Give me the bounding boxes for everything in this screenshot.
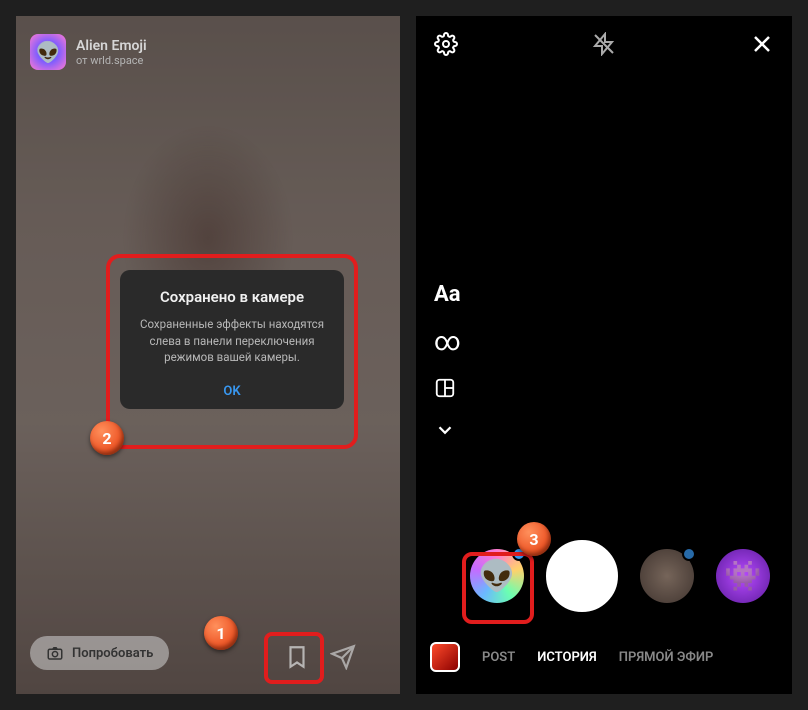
boomerang-tool-button[interactable]: ∞ — [434, 327, 461, 357]
annotation-box-save — [264, 632, 324, 684]
tab-post[interactable]: POST — [482, 650, 515, 665]
effect-thumb-face[interactable] — [640, 549, 694, 603]
effect-header-text: Alien Emoji от wrld.space — [76, 38, 147, 67]
layout-tool-button[interactable] — [434, 377, 461, 399]
effect-preview-screen: 👽 Alien Emoji от wrld.space Сохранено в … — [0, 0, 400, 710]
try-effect-button[interactable]: Попробовать — [30, 636, 169, 670]
gallery-button[interactable] — [430, 642, 460, 672]
dialog-title: Сохранено в камере — [132, 288, 332, 306]
try-effect-label: Попробовать — [72, 646, 153, 661]
tab-story[interactable]: ИСТОРИЯ — [537, 650, 597, 665]
camera-side-tools: Aa ∞ — [434, 282, 461, 441]
expand-tools-button[interactable] — [434, 419, 461, 441]
effect-avatar: 👽 — [30, 34, 66, 70]
camera-mode-tabs: POST ИСТОРИЯ ПРЯМОЙ ЭФИР — [416, 642, 792, 672]
flash-off-button[interactable] — [592, 32, 616, 56]
dialog-body: Сохраненные эффекты находятся слева в па… — [132, 316, 332, 366]
saved-to-camera-dialog: Сохранено в камере Сохраненные эффекты н… — [120, 270, 344, 409]
step-marker-1: 1 — [204, 616, 238, 650]
new-badge-icon — [682, 547, 696, 561]
effect-name: Alien Emoji — [76, 38, 147, 54]
settings-button[interactable] — [434, 32, 458, 56]
close-button[interactable] — [750, 32, 774, 56]
effect-header[interactable]: 👽 Alien Emoji от wrld.space — [30, 34, 147, 70]
annotation-box-effect — [462, 552, 534, 624]
shutter-button[interactable] — [546, 540, 618, 612]
tab-live[interactable]: ПРЯМОЙ ЭФИР — [619, 650, 714, 665]
camera-icon — [46, 644, 64, 662]
effect-thumb-owl[interactable]: 👾 — [716, 549, 770, 603]
story-camera-screen: Aa ∞ 👽 👾 POST ИСТОРИЯ ПРЯМОЙ ЭФИР 3 — [400, 0, 808, 710]
share-icon[interactable] — [330, 644, 356, 670]
step-marker-3: 3 — [517, 522, 551, 556]
text-tool-button[interactable]: Aa — [434, 282, 461, 307]
effect-author: от wrld.space — [76, 54, 147, 67]
camera-top-bar — [416, 32, 792, 56]
dialog-ok-button[interactable]: OK — [132, 384, 332, 399]
step-marker-2: 2 — [90, 421, 124, 455]
